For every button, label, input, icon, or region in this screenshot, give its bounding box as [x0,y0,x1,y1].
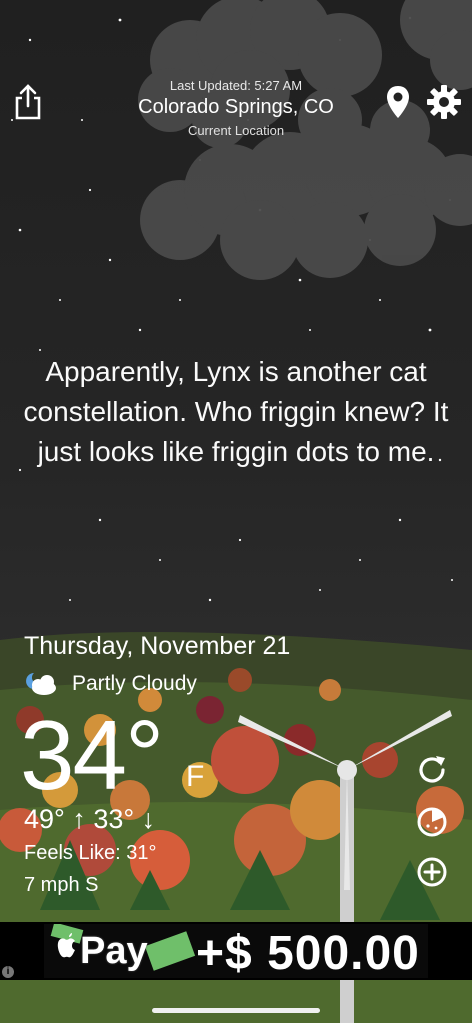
top-bar: Last Updated: 5:27 AM Colorado Springs, … [0,70,472,150]
ad-info-icon[interactable]: i [2,966,14,978]
high-low: 49° ↑ 33° ↓ [24,804,156,834]
wind-speed: 7 mph S [24,874,99,896]
gear-icon[interactable] [426,84,462,120]
weather-quote: Apparently, Lynx is another cat constell… [23,356,449,467]
home-indicator[interactable] [152,1008,320,1013]
ad-pay-text: Pay [80,930,148,972]
apple-pay-ad[interactable]: Pay +$ 500.00 [44,924,428,980]
partly-cloudy-night-icon [24,670,60,696]
location-pin-icon[interactable] [384,84,412,120]
ad-banner[interactable]: Pay +$ 500.00 [0,922,472,980]
temperature-unit: F [186,760,205,793]
clouds [138,0,472,280]
temperature[interactable]: 34° [20,700,164,810]
date-label: Thursday, November 21 [24,632,291,660]
feels-like: Feels Like: 31° [24,842,157,864]
refresh-icon[interactable] [414,752,450,788]
location-label: Current Location [187,123,285,138]
radar-icon[interactable] [414,804,450,840]
add-icon[interactable] [414,854,450,890]
ad-amount: +$ 500.00 [196,927,420,980]
apple-logo-icon [56,932,78,960]
condition-text: Partly Cloudy [72,672,197,695]
